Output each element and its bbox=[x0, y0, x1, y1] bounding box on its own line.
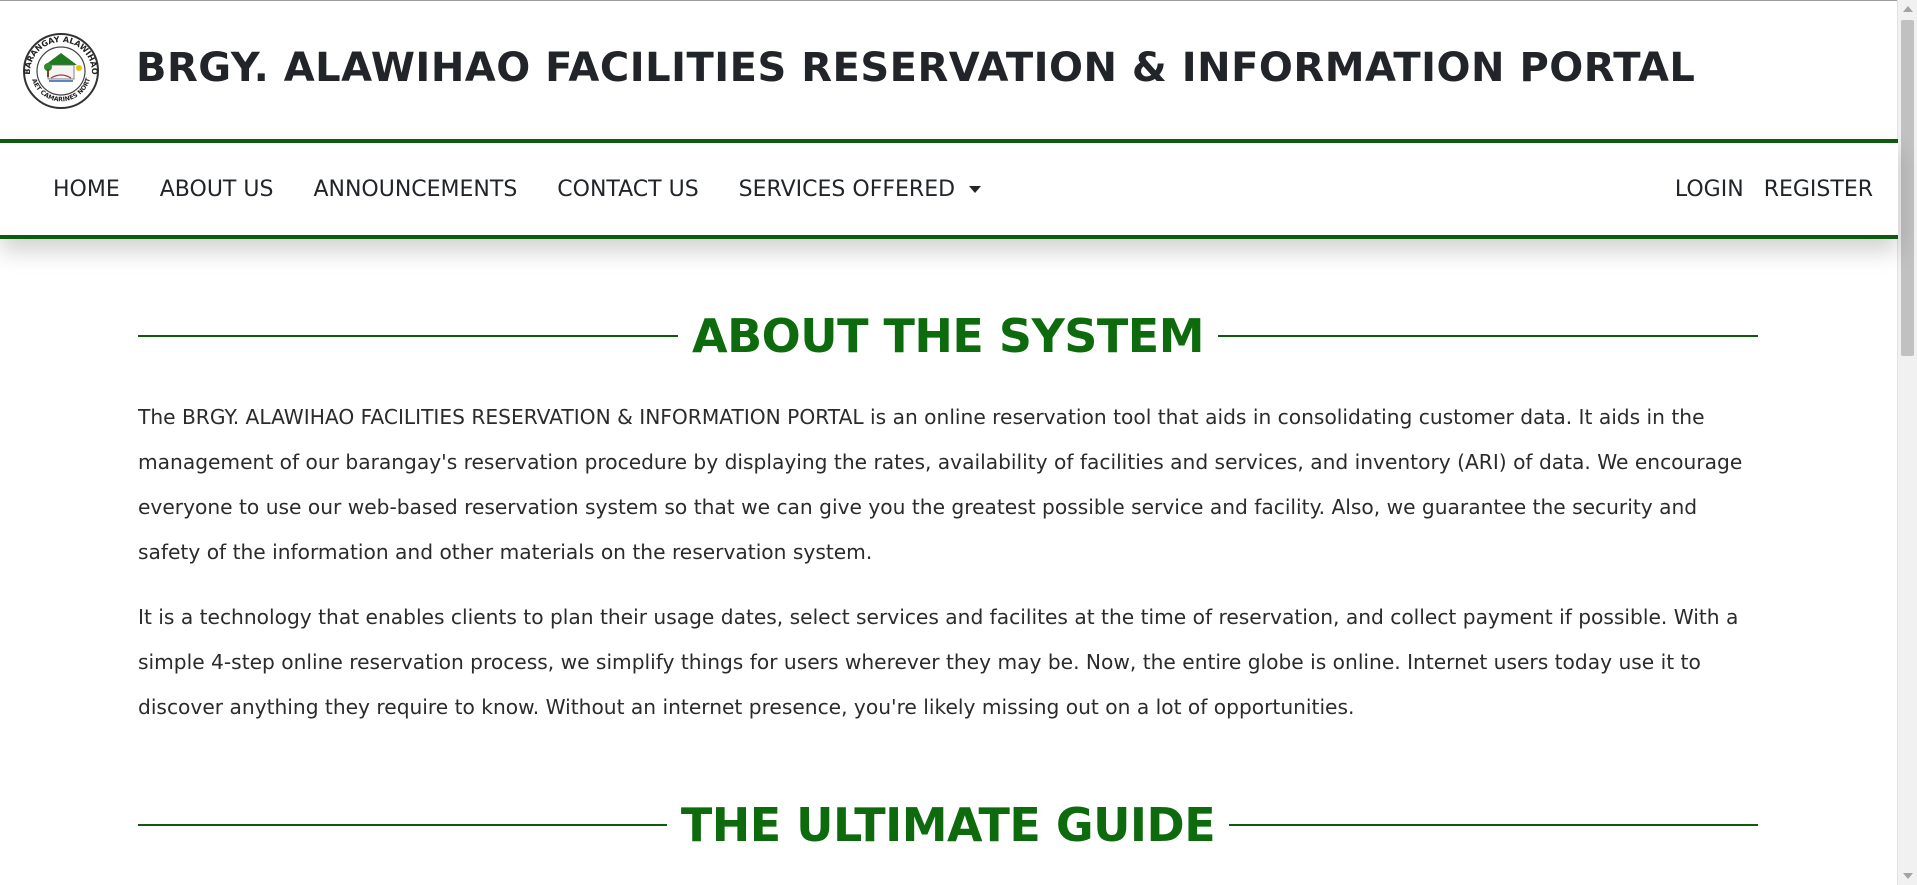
site-title: BRGY. ALAWIHAO FACILITIES RESERVATION & … bbox=[136, 45, 1696, 91]
scroll-up-arrow-icon[interactable] bbox=[1903, 6, 1913, 12]
heading-rule-right bbox=[1218, 335, 1759, 337]
services-offered-label: SERVICES OFFERED bbox=[738, 176, 956, 202]
nav-home-link[interactable]: HOME bbox=[53, 177, 120, 202]
heading-rule-right bbox=[1229, 824, 1758, 826]
scroll-down-arrow-icon[interactable] bbox=[1903, 873, 1913, 879]
nav-announcements-link[interactable]: ANNOUNCEMENTS bbox=[313, 177, 517, 202]
main-navbar: HOME ABOUT US ANNOUNCEMENTS CONTACT US S… bbox=[0, 139, 1898, 239]
about-heading-text: ABOUT THE SYSTEM bbox=[692, 309, 1204, 363]
about-paragraph-1: The BRGY. ALAWIHAO FACILITIES RESERVATIO… bbox=[138, 405, 1743, 564]
about-section-heading: ABOUT THE SYSTEM bbox=[138, 309, 1759, 363]
heading-rule-left bbox=[138, 824, 667, 826]
page: BARANGAY ALAWIHAO DAET CAMARINES NORTE B… bbox=[0, 0, 1917, 885]
nav-contact-us-link[interactable]: CONTACT US bbox=[557, 177, 698, 202]
scrollbar-thumb[interactable] bbox=[1901, 20, 1914, 356]
nav-register-link[interactable]: REGISTER bbox=[1764, 177, 1873, 202]
caret-down-icon bbox=[969, 185, 982, 193]
guide-heading-text: THE ULTIMATE GUIDE bbox=[680, 798, 1216, 852]
site-header: BARANGAY ALAWIHAO DAET CAMARINES NORTE B… bbox=[0, 1, 1898, 139]
nav-login-link[interactable]: LOGIN bbox=[1675, 177, 1744, 202]
guide-section-heading: THE ULTIMATE GUIDE bbox=[138, 798, 1758, 852]
barangay-logo[interactable]: BARANGAY ALAWIHAO DAET CAMARINES NORTE bbox=[15, 26, 104, 109]
nav-services-offered-dropdown[interactable]: SERVICES OFFERED bbox=[738, 176, 982, 202]
about-paragraph-2: It is a technology that enables clients … bbox=[138, 605, 1739, 719]
nav-left-group: HOME ABOUT US ANNOUNCEMENTS CONTACT US S… bbox=[53, 143, 1021, 235]
vertical-scrollbar[interactable] bbox=[1897, 0, 1917, 885]
heading-rule-left bbox=[138, 335, 679, 337]
nav-about-us-link[interactable]: ABOUT US bbox=[160, 177, 274, 202]
nav-right-group: LOGIN REGISTER bbox=[1655, 143, 1873, 235]
